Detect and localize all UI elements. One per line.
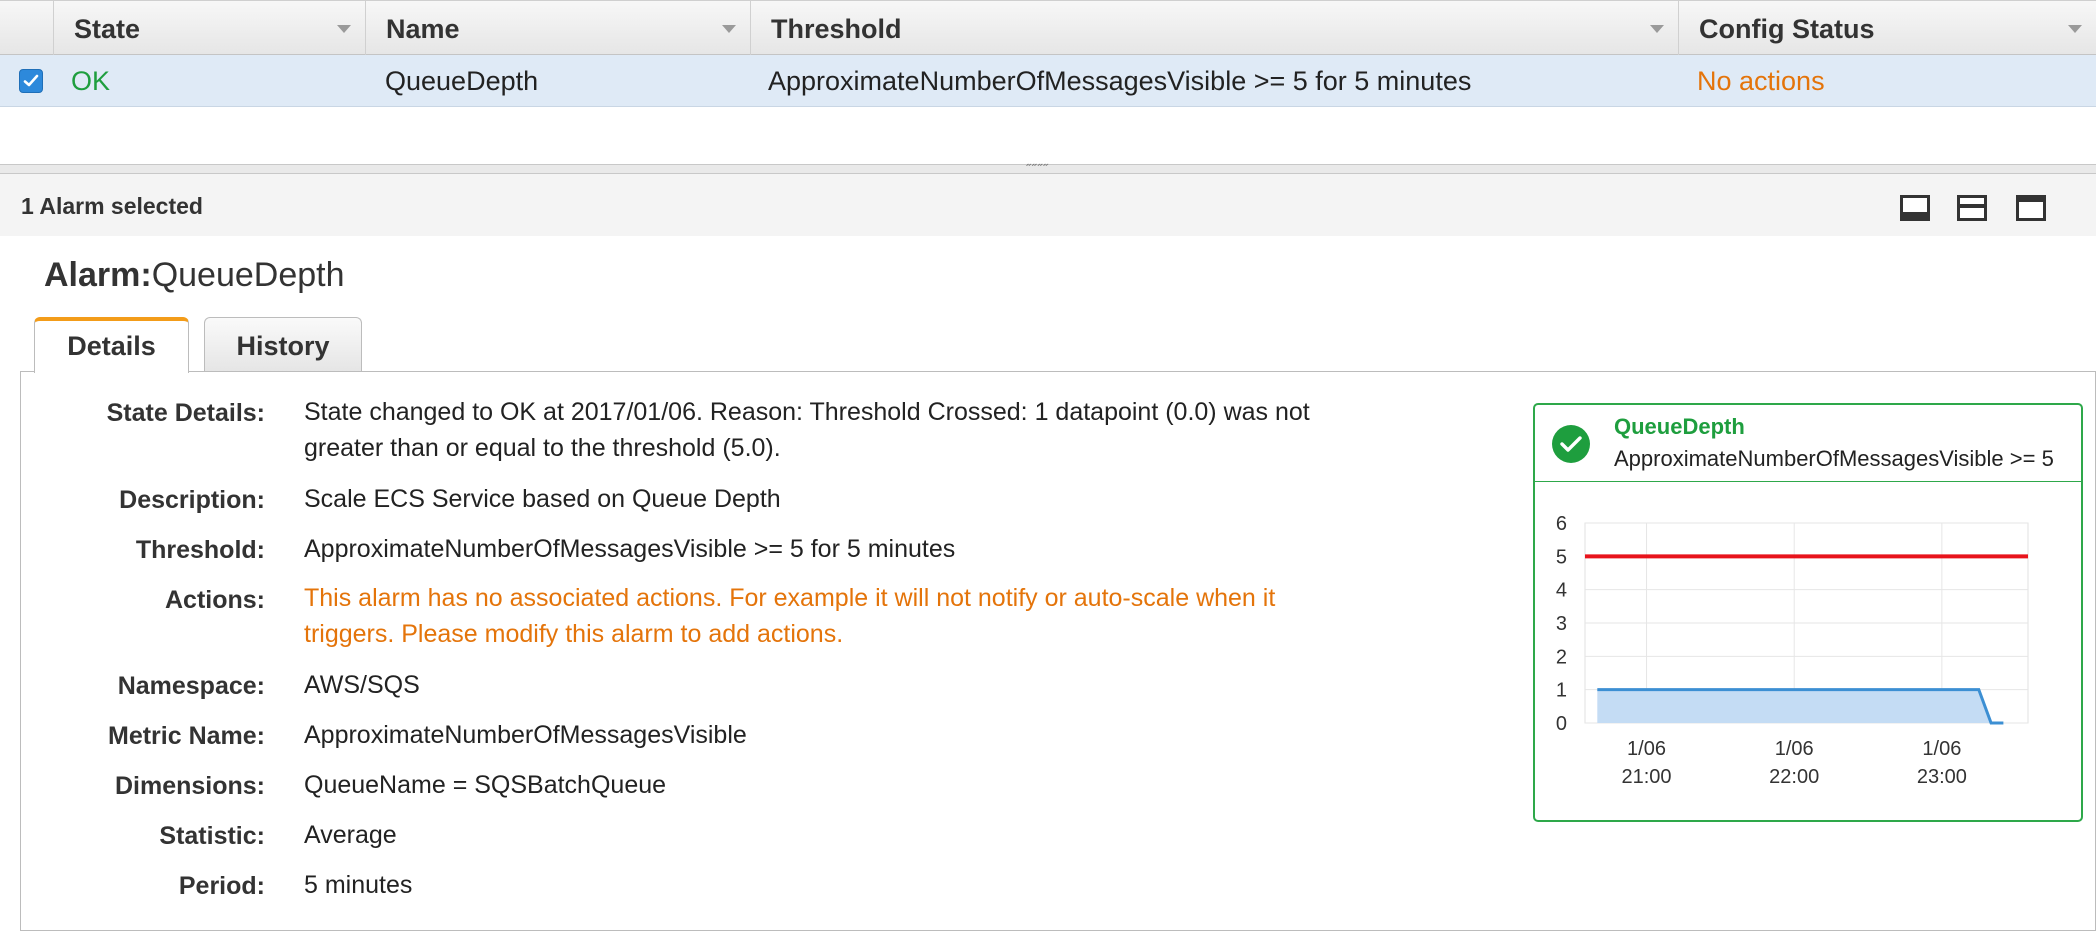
sort-caret-icon[interactable] — [1650, 25, 1664, 33]
detail-label-state-details: State Details: — [106, 399, 265, 427]
pane-splitter[interactable]: ˝˝˝˝ — [0, 161, 2096, 177]
detail-value-period: 5 minutes — [304, 867, 412, 903]
detail-value-state-details: State changed to OK at 2017/01/06. Reaso… — [304, 394, 1310, 466]
column-header-label: Threshold — [771, 14, 902, 44]
detail-line: Scale ECS Service based on Queue Depth — [304, 485, 781, 513]
tab-details[interactable]: Details — [34, 317, 189, 373]
detail-value-dimensions: QueueName = SQSBatchQueue — [304, 767, 666, 803]
checkbox-column-header — [0, 1, 53, 55]
selection-bar: 1 Alarm selected — [0, 174, 2096, 236]
y-tick-label: 3 — [1556, 613, 1567, 635]
column-header-label: State — [74, 14, 141, 44]
detail-value-metric-name: ApproximateNumberOfMessagesVisible — [304, 717, 747, 753]
panel-full-icon[interactable] — [2016, 195, 2046, 221]
sort-caret-icon[interactable] — [722, 25, 736, 33]
tab-history[interactable]: History — [204, 317, 362, 372]
checked-checkbox-icon[interactable] — [19, 69, 43, 93]
metric-chart: 6 5 4 3 2 1 0 1/06 21:00 1/06 22:00 1/06 23:00 — [1556, 513, 2029, 788]
alarm-table-header: State Name Threshold Config Status — [0, 0, 2096, 55]
detail-line: AWS/SQS — [304, 671, 420, 699]
x-tick-label: 23:00 — [1917, 766, 1967, 788]
detail-line: triggers. Please modify this alarm to ad… — [304, 620, 844, 648]
detail-label-actions: Actions: — [165, 586, 265, 614]
x-tick-label: 1/06 — [1922, 738, 1961, 760]
detail-line: ApproximateNumberOfMessagesVisible >= 5 … — [304, 535, 956, 563]
detail-label-threshold: Threshold: — [135, 536, 265, 564]
detail-line: This alarm has no associated actions. Fo… — [304, 584, 1276, 612]
widget-subtitle: ApproximateNumberOfMessagesVisible >= 5 — [1614, 446, 2054, 471]
metric-widget[interactable]: QueueDepth ApproximateNumberOfMessagesVi… — [1533, 403, 2083, 822]
y-tick-label: 1 — [1556, 680, 1567, 702]
detail-label-description: Description: — [119, 486, 265, 514]
metric-area — [1597, 689, 2004, 723]
detail-value-statistic: Average — [304, 817, 397, 853]
x-tick-label: 1/06 — [1627, 738, 1666, 760]
x-tick-label: 21:00 — [1621, 766, 1671, 788]
x-tick-label: 22:00 — [1769, 766, 1819, 788]
column-header-config-status[interactable]: Config Status — [1678, 1, 2096, 55]
alarm-title-label: Alarm: — [44, 256, 152, 294]
column-header-name[interactable]: Name — [365, 1, 750, 55]
detail-label-statistic: Statistic: — [159, 822, 265, 850]
detail-label-namespace: Namespace: — [117, 672, 265, 700]
column-header-label: Name — [386, 14, 460, 44]
y-tick-label: 6 — [1556, 513, 1567, 535]
column-header-label: Config Status — [1699, 14, 1875, 44]
column-header-threshold[interactable]: Threshold — [750, 1, 1678, 55]
detail-label-dimensions: Dimensions: — [114, 772, 265, 800]
detail-label-period: Period: — [178, 872, 265, 900]
detail-value-actions: This alarm has no associated actions. Fo… — [304, 580, 1275, 652]
column-header-state[interactable]: State — [53, 1, 365, 55]
row-state: OK — [71, 66, 111, 96]
y-tick-label: 4 — [1556, 580, 1567, 602]
detail-value-namespace: AWS/SQS — [304, 667, 420, 703]
detail-label-metric-name: Metric Name: — [108, 722, 265, 750]
widget-header: QueueDepth ApproximateNumberOfMessagesVi… — [1535, 405, 2081, 482]
page-title: Alarm:QueueDepth — [44, 256, 345, 295]
y-tick-label: 0 — [1556, 713, 1567, 735]
row-name[interactable]: QueueDepth — [385, 55, 538, 107]
detail-line: ApproximateNumberOfMessagesVisible — [304, 721, 747, 749]
y-tick-label: 2 — [1556, 646, 1567, 668]
sort-caret-icon[interactable] — [2068, 25, 2082, 33]
detail-line: 5 minutes — [304, 871, 413, 899]
y-tick-label: 5 — [1556, 546, 1567, 568]
row-config-status: No actions — [1697, 66, 1825, 96]
sort-caret-icon[interactable] — [337, 25, 351, 33]
alarm-title-name: QueueDepth — [151, 256, 345, 294]
detail-line: State changed to OK at 2017/01/06. Reaso… — [304, 398, 1310, 426]
x-tick-label: 1/06 — [1775, 738, 1814, 760]
check-circle-icon — [1552, 425, 1590, 463]
detail-line: Average — [304, 821, 397, 849]
panel-bottom-small-icon[interactable] — [1900, 195, 1930, 221]
row-threshold: ApproximateNumberOfMessagesVisible >= 5 … — [768, 66, 1472, 96]
detail-value-description: Scale ECS Service based on Queue Depth — [304, 481, 781, 517]
panel-bottom-large-icon[interactable] — [1957, 195, 1987, 221]
selection-count: 1 Alarm selected — [21, 193, 203, 219]
table-row[interactable]: OK QueueDepth ApproximateNumberOfMessage… — [0, 55, 2096, 107]
detail-line: QueueName = SQSBatchQueue — [304, 771, 667, 799]
detail-line: greater than or equal to the threshold (… — [304, 434, 781, 462]
detail-value-threshold: ApproximateNumberOfMessagesVisible >= 5 … — [304, 531, 955, 567]
widget-title: QueueDepth — [1614, 414, 1745, 439]
